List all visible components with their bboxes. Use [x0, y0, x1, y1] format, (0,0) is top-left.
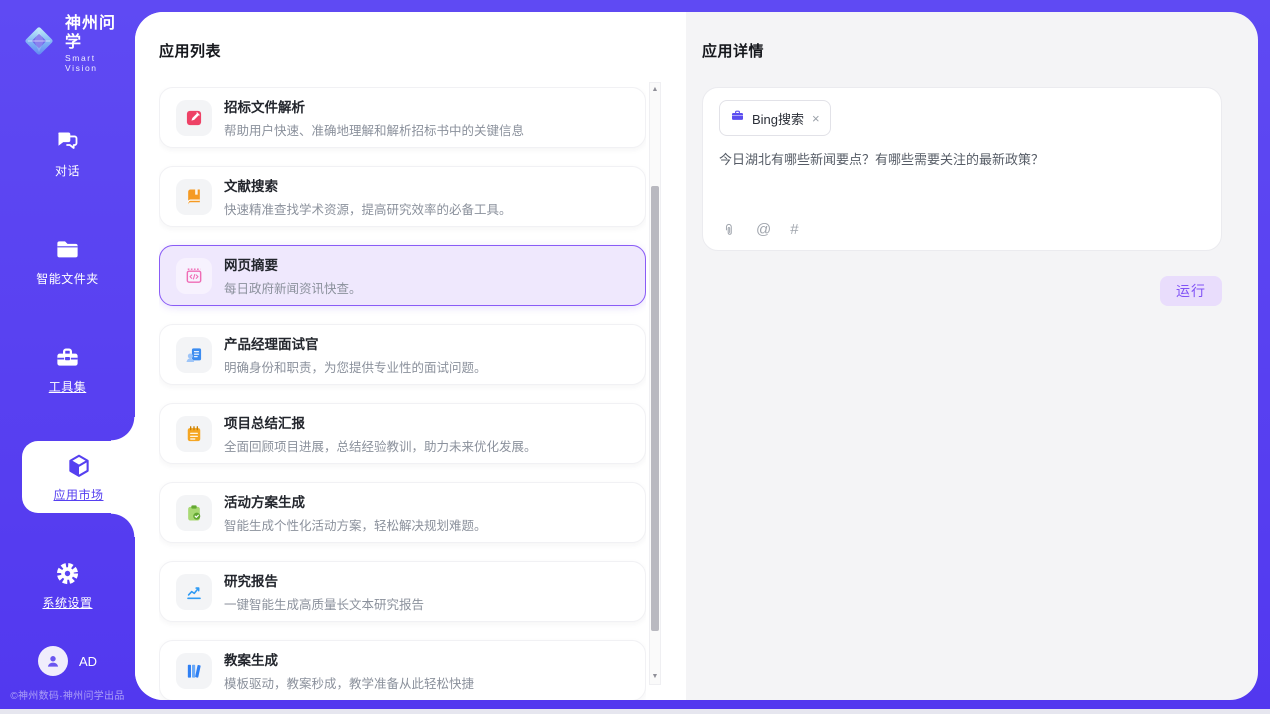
- app-desc: 全面回顾项目进展，总结经验教训，助力未来优化发展。: [224, 436, 537, 455]
- bottom-strip: [0, 709, 1270, 714]
- book-icon: [176, 179, 212, 215]
- brand-tagline: Smart Vision: [65, 53, 125, 73]
- app-name: 教案生成: [224, 649, 474, 669]
- sidebar-item-label: 工具集: [49, 378, 87, 395]
- books-icon: [176, 653, 212, 689]
- sidebar-item-label: 应用市场: [53, 486, 103, 503]
- sidebar-item-label: 对话: [55, 162, 80, 179]
- user-initials: AD: [79, 654, 97, 669]
- app-card-literature-search[interactable]: 文献搜索 快速精准查找学术资源，提高研究效率的必备工具。: [159, 166, 646, 227]
- sidebar: 神州问学 Smart Vision 对话 智能文件夹: [0, 0, 135, 714]
- sidebar-item-app-market[interactable]: 应用市场: [22, 441, 135, 513]
- notepad-icon: [176, 416, 212, 452]
- app-name: 招标文件解析: [224, 96, 524, 116]
- app-card-pm-interviewer[interactable]: 产品经理面试官 明确身份和职责，为您提供专业性的面试问题。: [159, 324, 646, 385]
- gear-icon: [54, 560, 82, 588]
- app-desc: 模板驱动，教案秒成，教学准备从此轻松快捷: [224, 673, 474, 692]
- app-list-panel: 应用列表 招标文件解析 帮助用户快速、准确地理解和解析招标书中的关键信息: [135, 12, 686, 700]
- clipboard-check-icon: [176, 495, 212, 531]
- app-name: 活动方案生成: [224, 491, 487, 511]
- query-text[interactable]: 今日湖北有哪些新闻要点？有哪些需要关注的最新政策？: [719, 150, 1205, 170]
- attachment-icon[interactable]: [721, 222, 737, 238]
- app-card-list: 招标文件解析 帮助用户快速、准确地理解和解析招标书中的关键信息 文献搜索 快速精…: [159, 87, 646, 700]
- briefcase-icon: [730, 108, 745, 128]
- interviewer-icon: [176, 337, 212, 373]
- app-card-bid-doc-parse[interactable]: 招标文件解析 帮助用户快速、准确地理解和解析招标书中的关键信息: [159, 87, 646, 148]
- app-desc: 智能生成个性化活动方案，轻松解决规划难题。: [224, 515, 487, 534]
- user-account[interactable]: AD: [0, 646, 135, 676]
- brand-diamond-icon: [20, 22, 58, 65]
- sidebar-item-chat[interactable]: 对话: [0, 117, 135, 189]
- app-desc: 快速精准查找学术资源，提高研究效率的必备工具。: [224, 199, 512, 218]
- app-card-lesson-plan[interactable]: 教案生成 模板驱动，教案秒成，教学准备从此轻松快捷: [159, 640, 646, 700]
- brand-logo: 神州问学 Smart Vision: [0, 0, 135, 73]
- content-area: 应用列表 招标文件解析 帮助用户快速、准确地理解和解析招标书中的关键信息: [135, 12, 1258, 700]
- browser-code-icon: [176, 258, 212, 294]
- app-detail-panel: 应用详情 Bing搜索 × 今日湖北有哪些新闻要点？有哪些需要关注的最新政策？: [686, 12, 1258, 700]
- sidebar-item-label: 系统设置: [42, 594, 92, 611]
- brand-name: 神州问学: [65, 14, 125, 52]
- app-desc: 明确身份和职责，为您提供专业性的面试问题。: [224, 357, 487, 376]
- mention-icon[interactable]: @: [756, 221, 771, 238]
- app-desc: 帮助用户快速、准确地理解和解析招标书中的关键信息: [224, 120, 524, 139]
- close-icon[interactable]: ×: [812, 112, 820, 125]
- app-list-scrollbar[interactable]: ▲ ▼: [649, 82, 661, 685]
- query-input-card[interactable]: Bing搜索 × 今日湖北有哪些新闻要点？有哪些需要关注的最新政策？ @ #: [702, 87, 1222, 251]
- run-row: 运行: [702, 276, 1222, 306]
- tool-tag-label: Bing搜索: [752, 109, 804, 128]
- app-card-project-summary[interactable]: 项目总结汇报 全面回顾项目进展，总结经验教训，助力未来优化发展。: [159, 403, 646, 464]
- scroll-up-icon[interactable]: ▲: [650, 83, 660, 97]
- app-card-web-summary[interactable]: 网页摘要 每日政府新闻资讯快查。: [159, 245, 646, 306]
- app-detail-title: 应用详情: [702, 40, 1222, 61]
- avatar: [38, 646, 68, 676]
- folder-icon: [54, 236, 82, 264]
- app-card-research-report[interactable]: 研究报告 一键智能生成高质量长文本研究报告: [159, 561, 646, 622]
- toolbox-icon: [54, 344, 82, 372]
- run-button[interactable]: 运行: [1160, 276, 1222, 306]
- report-icon: [176, 574, 212, 610]
- copyright-text: ©神州数码·神州问学出品: [0, 687, 135, 702]
- app-name: 研究报告: [224, 570, 424, 590]
- scroll-down-icon[interactable]: ▼: [650, 670, 660, 684]
- tool-tag-bing-search[interactable]: Bing搜索 ×: [719, 100, 831, 136]
- input-toolbar: @ #: [721, 221, 799, 238]
- app-desc: 每日政府新闻资讯快查。: [224, 278, 362, 297]
- app-card-event-plan[interactable]: 活动方案生成 智能生成个性化活动方案，轻松解决规划难题。: [159, 482, 646, 543]
- hash-icon[interactable]: #: [790, 221, 798, 238]
- chat-icon: [54, 128, 82, 156]
- app-name: 项目总结汇报: [224, 412, 537, 432]
- sidebar-item-label: 智能文件夹: [36, 270, 99, 287]
- app-name: 文献搜索: [224, 175, 512, 195]
- app-desc: 一键智能生成高质量长文本研究报告: [224, 594, 424, 613]
- sidebar-item-toolset[interactable]: 工具集: [0, 333, 135, 405]
- doc-edit-icon: [176, 100, 212, 136]
- scrollbar-thumb[interactable]: [651, 186, 659, 631]
- app-list-title: 应用列表: [159, 40, 686, 61]
- app-name: 网页摘要: [224, 254, 362, 274]
- sidebar-item-smart-folders[interactable]: 智能文件夹: [0, 225, 135, 297]
- app-name: 产品经理面试官: [224, 333, 487, 353]
- sidebar-item-settings[interactable]: 系统设置: [0, 549, 135, 621]
- cube-icon: [65, 452, 93, 480]
- sidebar-nav: 对话 智能文件夹 工具集: [0, 117, 135, 621]
